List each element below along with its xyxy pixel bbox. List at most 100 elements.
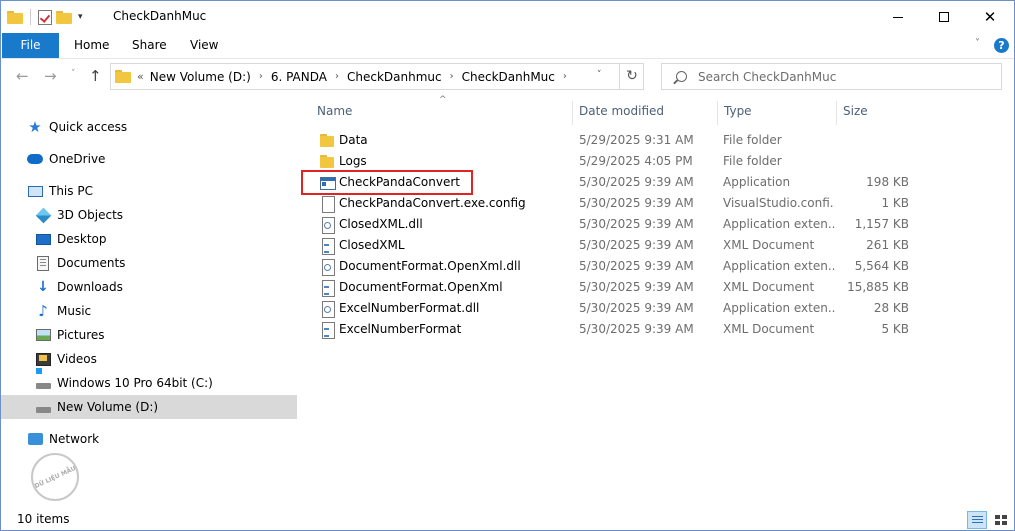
navigation-pane: ★ Quick access OneDrive This PC 3D Objec… [1, 95, 297, 507]
table-row[interactable]: ExcelNumberFormat 5/30/2025 9:39 AM XML … [306, 319, 916, 340]
file-date: 5/30/2025 9:39 AM [579, 259, 694, 273]
computer-icon [27, 183, 43, 199]
table-row[interactable]: CheckPandaConvert.exe.config 5/30/2025 9… [306, 193, 916, 214]
file-name: ExcelNumberFormat [339, 322, 462, 336]
window-title: CheckDanhMuc [113, 9, 207, 23]
details-view-icon[interactable] [967, 511, 987, 529]
large-icons-view-icon[interactable] [991, 511, 1011, 529]
search-input[interactable] [698, 64, 998, 89]
table-row[interactable]: DocumentFormat.OpenXml 5/30/2025 9:39 AM… [306, 277, 916, 298]
up-arrow-icon[interactable]: ↑ [89, 67, 102, 85]
sidebar-item-label: Desktop [57, 232, 107, 246]
dll-file-icon [319, 217, 335, 234]
table-row[interactable]: Data 5/29/2025 9:31 AM File folder [306, 130, 916, 151]
title-bar: ▾ CheckDanhMuc ✕ [1, 1, 1014, 33]
expand-ribbon-icon[interactable]: ˅ [975, 38, 980, 49]
videos-icon [35, 351, 51, 367]
sidebar-item-3d-objects[interactable]: 3D Objects [1, 203, 297, 227]
navigation-bar: ← → ˅ ↑ « New Volume (D:) › 6. PANDA › C… [1, 59, 1014, 95]
tab-home[interactable]: Home [74, 33, 109, 58]
file-size: 1 KB [881, 196, 909, 210]
tab-file[interactable]: File [2, 33, 59, 58]
sidebar-item-pictures[interactable]: Pictures [1, 323, 297, 347]
column-header-size[interactable]: Size [836, 101, 916, 125]
column-header-name[interactable]: Name [317, 101, 572, 125]
sidebar-item-label: Documents [57, 256, 126, 270]
forward-arrow-icon[interactable]: → [44, 67, 57, 85]
refresh-icon[interactable]: ↻ [619, 64, 644, 89]
file-name: Logs [339, 154, 367, 168]
breadcrumb-item[interactable]: New Volume (D:) [150, 70, 251, 84]
properties-icon[interactable] [38, 9, 52, 25]
sidebar-item-label: New Volume (D:) [57, 400, 159, 414]
sidebar-item-network[interactable]: Network [1, 427, 297, 451]
address-bar[interactable]: « New Volume (D:) › 6. PANDA › CheckDanh… [110, 63, 644, 90]
chevron-right-icon[interactable]: › [563, 71, 567, 82]
file-size: 5,564 KB [854, 259, 909, 273]
back-arrow-icon[interactable]: ← [16, 67, 29, 85]
tab-view[interactable]: View [190, 33, 218, 58]
sidebar-item-label: Downloads [57, 280, 123, 294]
cube-icon [35, 207, 51, 223]
chevron-right-icon[interactable]: › [335, 71, 339, 82]
sidebar-item-this-pc[interactable]: This PC [1, 179, 297, 203]
column-header-type[interactable]: Type [717, 101, 837, 125]
sidebar-item-videos[interactable]: Videos [1, 347, 297, 371]
table-row[interactable]: ClosedXML.dll 5/30/2025 9:39 AM Applicat… [306, 214, 916, 235]
file-name: CheckPandaConvert [339, 175, 460, 189]
close-icon: ✕ [983, 8, 997, 26]
sidebar-item-documents[interactable]: Documents [1, 251, 297, 275]
table-row[interactable]: ClosedXML 5/30/2025 9:39 AM XML Document… [306, 235, 916, 256]
sidebar-item-desktop[interactable]: Desktop [1, 227, 297, 251]
sidebar-item-quick-access[interactable]: ★ Quick access [1, 115, 297, 139]
recent-locations-icon[interactable]: ˅ [71, 69, 76, 79]
file-name: ExcelNumberFormat.dll [339, 301, 480, 315]
dll-file-icon [319, 259, 335, 276]
tab-share[interactable]: Share [132, 33, 167, 58]
address-history-icon[interactable]: ˅ [597, 70, 602, 80]
help-icon[interactable]: ? [994, 38, 1009, 53]
xml-file-icon [319, 322, 335, 339]
table-row[interactable]: Logs 5/29/2025 4:05 PM File folder [306, 151, 916, 172]
sidebar-item-label: OneDrive [49, 152, 106, 166]
table-row[interactable]: ExcelNumberFormat.dll 5/30/2025 9:39 AM … [306, 298, 916, 319]
file-name: DocumentFormat.OpenXml [339, 280, 503, 294]
xml-file-icon [319, 238, 335, 255]
customize-toolbar-icon[interactable]: ▾ [78, 12, 83, 22]
file-size: 28 KB [873, 301, 909, 315]
folder-icon [7, 10, 23, 24]
quick-access-toolbar: ▾ [7, 9, 83, 25]
chevron-right-icon[interactable]: › [259, 71, 263, 82]
sidebar-item-drive-c[interactable]: Windows 10 Pro 64bit (C:) [1, 371, 297, 395]
maximize-icon [939, 12, 949, 22]
minimize-button[interactable] [875, 1, 921, 33]
folder-icon [319, 133, 335, 148]
file-date: 5/30/2025 9:39 AM [579, 301, 694, 315]
toolbar-divider [30, 9, 31, 25]
sidebar-item-onedrive[interactable]: OneDrive [1, 147, 297, 171]
system-drive-icon [35, 375, 51, 391]
close-button[interactable]: ✕ [967, 1, 1013, 33]
breadcrumb-item[interactable]: CheckDanhMuc [462, 70, 555, 84]
sidebar-item-label: Music [57, 304, 92, 318]
breadcrumb-item[interactable]: CheckDanhmuc [347, 70, 442, 84]
sidebar-item-music[interactable]: ♪ Music [1, 299, 297, 323]
application-icon [319, 175, 336, 190]
maximize-button[interactable] [921, 1, 967, 33]
file-type: XML Document [723, 322, 815, 336]
sidebar-item-downloads[interactable]: ↓ Downloads [1, 275, 297, 299]
file-type: XML Document [723, 280, 815, 294]
file-date: 5/30/2025 9:39 AM [579, 238, 694, 252]
status-bar: 10 items [1, 507, 1014, 531]
download-icon: ↓ [37, 279, 49, 295]
breadcrumb-item[interactable]: 6. PANDA [271, 70, 327, 84]
column-header-date[interactable]: Date modified [572, 101, 717, 125]
chevron-right-icon[interactable]: › [450, 71, 454, 82]
watermark-text: DỮ LIỆU MẪU [33, 464, 77, 490]
table-row[interactable]: DocumentFormat.OpenXml.dll 5/30/2025 9:3… [306, 256, 916, 277]
minimize-icon [893, 16, 903, 18]
new-folder-icon[interactable] [56, 10, 72, 24]
breadcrumb-overflow[interactable]: « [137, 70, 144, 83]
table-row[interactable]: CheckPandaConvert 5/30/2025 9:39 AM Appl… [301, 170, 916, 195]
sidebar-item-drive-d[interactable]: New Volume (D:) [1, 395, 297, 419]
